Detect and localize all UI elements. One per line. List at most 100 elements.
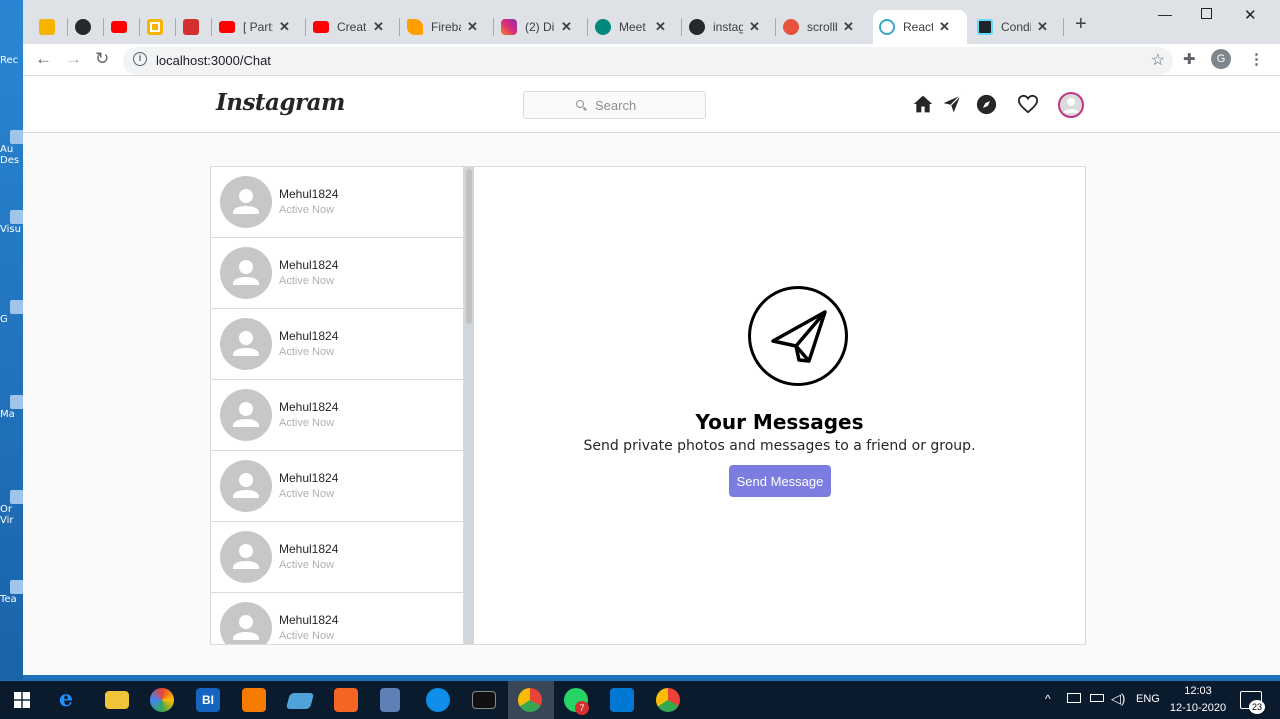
- close-icon[interactable]: ✕: [843, 19, 854, 35]
- browser-tab[interactable]: [69, 10, 97, 44]
- browser-tab[interactable]: [33, 10, 61, 44]
- chat-list-item[interactable]: Mehul1824 Active Now: [211, 593, 463, 644]
- tab-title: Conditi: [1001, 20, 1031, 34]
- desktop-icon-label: Visu: [0, 224, 21, 235]
- browser-tab[interactable]: Meet - ✕: [589, 10, 672, 44]
- maximize-button[interactable]: [1201, 8, 1212, 19]
- direct-send-icon[interactable]: [941, 94, 963, 114]
- chat-username: Mehul1824: [279, 471, 339, 485]
- close-icon[interactable]: ✕: [279, 19, 290, 35]
- shortcut-icon: [10, 300, 23, 314]
- address-bar[interactable]: i localhost:3000/Chat ☆: [123, 47, 1173, 75]
- search-placeholder: Search: [595, 98, 637, 113]
- chat-list-item[interactable]: Mehul1824 Active Now: [211, 238, 463, 309]
- browser-tab[interactable]: (2) Dire ✕: [495, 10, 578, 44]
- close-icon[interactable]: ✕: [939, 19, 950, 35]
- color-picker-icon[interactable]: [150, 688, 174, 712]
- forward-button[interactable]: →: [65, 49, 82, 69]
- terminal-icon[interactable]: [472, 691, 496, 709]
- profile-avatar[interactable]: [1058, 92, 1084, 118]
- new-tab-button[interactable]: +: [1075, 13, 1087, 36]
- tab-separator: [587, 18, 588, 36]
- clock-time[interactable]: 12:03: [1168, 685, 1228, 697]
- chat-list-item[interactable]: Mehul1824 Active Now: [211, 309, 463, 380]
- chat-username: Mehul1824: [279, 400, 339, 414]
- minimize-button[interactable]: —: [1158, 6, 1172, 22]
- chat-list[interactable]: Mehul1824 Active Now Mehul1824 Active No…: [211, 167, 464, 644]
- url-text[interactable]: localhost:3000/Chat: [156, 53, 271, 68]
- bookmark-star-icon[interactable]: ☆: [1151, 50, 1165, 70]
- chat-list-item[interactable]: Mehul1824 Active Now: [211, 451, 463, 522]
- close-icon[interactable]: ✕: [467, 19, 478, 35]
- browser-tab-active[interactable]: React A ✕: [873, 10, 967, 44]
- close-icon[interactable]: ✕: [1037, 19, 1048, 35]
- chat-list-item[interactable]: Mehul1824 Active Now: [211, 167, 463, 238]
- chrome-icon[interactable]: [518, 688, 542, 712]
- sublime-text-icon[interactable]: [242, 688, 266, 712]
- desktop-icon-label: G: [0, 314, 8, 325]
- chat-username: Mehul1824: [279, 542, 339, 556]
- scrollbar-thumb[interactable]: [466, 169, 472, 324]
- windows-start-icon[interactable]: [14, 692, 30, 708]
- send-message-button[interactable]: Send Message: [729, 465, 831, 497]
- empty-state-title: Your Messages: [695, 410, 864, 434]
- volume-icon[interactable]: ◁): [1111, 691, 1125, 707]
- instagram-logo[interactable]: Instagram: [216, 89, 345, 116]
- youtube-icon: [313, 21, 329, 33]
- network-icon[interactable]: [1067, 693, 1081, 703]
- heart-icon[interactable]: [1017, 94, 1039, 114]
- browser-tab[interactable]: [ Part: 6 ✕: [213, 10, 296, 44]
- extensions-puzzle-icon[interactable]: ✚: [1183, 50, 1196, 68]
- chrome-icon[interactable]: [656, 688, 680, 712]
- browser-tab[interactable]: Firebas ✕: [401, 10, 484, 44]
- tab-separator: [305, 18, 306, 36]
- desktop-icon[interactable]: Ma: [0, 395, 23, 420]
- youtube-icon: [219, 21, 235, 33]
- close-icon[interactable]: ✕: [561, 19, 572, 35]
- browser-tab[interactable]: scrollb ✕: [777, 10, 860, 44]
- edge-icon[interactable]: e: [59, 688, 83, 712]
- instagram-header: Instagram Search: [23, 77, 1280, 133]
- chat-list-item[interactable]: Mehul1824 Active Now: [211, 522, 463, 593]
- close-icon[interactable]: ✕: [655, 19, 666, 35]
- browser-tab[interactable]: [141, 10, 169, 44]
- chat-list-scrollbar[interactable]: [464, 167, 474, 644]
- desktop-icon[interactable]: G: [0, 300, 23, 325]
- explore-compass-icon[interactable]: [976, 94, 997, 115]
- browser-tab[interactable]: Conditi ✕: [971, 10, 1054, 44]
- clock-date[interactable]: 12-10-2020: [1168, 702, 1228, 714]
- browser-tab[interactable]: instagr ✕: [683, 10, 766, 44]
- user-icon: [233, 473, 259, 498]
- desktop-icon[interactable]: Rec: [0, 55, 23, 66]
- browser-tab[interactable]: [177, 10, 205, 44]
- close-window-button[interactable]: ✕: [1244, 6, 1257, 24]
- network-tool-icon[interactable]: [380, 688, 400, 712]
- desktop-icon[interactable]: Visu: [0, 210, 23, 235]
- azure-data-icon[interactable]: [285, 693, 315, 709]
- chat-list-item[interactable]: Mehul1824 Active Now: [211, 380, 463, 451]
- desktop-icon[interactable]: Or Vir: [0, 490, 23, 526]
- vscode-icon[interactable]: [610, 688, 634, 712]
- file-explorer-icon[interactable]: [105, 691, 129, 709]
- blue-app-icon[interactable]: BI: [196, 688, 220, 712]
- avatar: [220, 602, 272, 644]
- desktop-icon[interactable]: Tea: [0, 580, 23, 605]
- xampp-icon[interactable]: [334, 688, 358, 712]
- close-icon[interactable]: ✕: [749, 19, 760, 35]
- info-icon[interactable]: i: [133, 52, 147, 66]
- browser-profile-avatar[interactable]: G: [1211, 49, 1231, 69]
- back-button[interactable]: ←: [35, 49, 52, 69]
- language-indicator[interactable]: ENG: [1136, 693, 1160, 705]
- teamviewer-icon[interactable]: [426, 688, 450, 712]
- home-icon[interactable]: [913, 94, 933, 114]
- chevron-up-icon[interactable]: ^: [1045, 692, 1051, 706]
- avatar: [220, 460, 272, 512]
- desktop-icon[interactable]: Au Des: [0, 130, 23, 166]
- battery-icon[interactable]: [1090, 694, 1104, 702]
- close-icon[interactable]: ✕: [373, 19, 384, 35]
- search-input[interactable]: Search: [523, 91, 706, 119]
- browser-menu-icon[interactable]: ⋮: [1249, 50, 1264, 68]
- browser-tab[interactable]: [105, 10, 133, 44]
- browser-tab[interactable]: Create ✕: [307, 10, 390, 44]
- reload-button[interactable]: ↻: [95, 49, 109, 69]
